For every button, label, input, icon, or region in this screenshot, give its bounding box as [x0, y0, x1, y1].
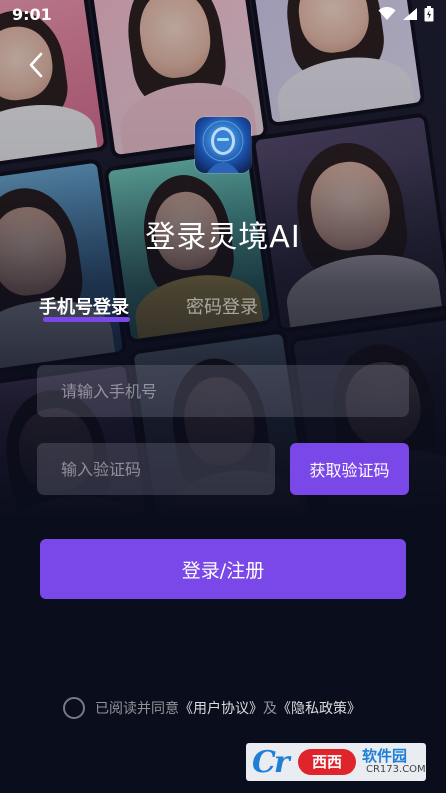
watermark-name: 软件园: [362, 747, 408, 765]
wifi-icon: [378, 7, 396, 20]
verification-code-input[interactable]: [37, 443, 275, 495]
signal-icon: [403, 8, 417, 20]
status-icons: [378, 6, 434, 22]
user-agreement-link[interactable]: 《用户协议》: [179, 698, 263, 718]
agreement-checkbox[interactable]: [63, 697, 85, 719]
watermark-brand-badge: 西西: [298, 749, 356, 775]
phone-input[interactable]: [37, 365, 409, 417]
watermark-domain: CR173.COM: [366, 764, 426, 775]
get-code-button[interactable]: 获取验证码: [290, 443, 409, 495]
chevron-left-icon: [29, 52, 43, 78]
tab-phone-login[interactable]: 手机号登录: [39, 293, 129, 319]
agreement-row: 已阅读并同意 《用户协议》 及 《隐私政策》: [63, 696, 361, 720]
status-bar: 9:01: [0, 0, 446, 30]
login-register-button[interactable]: 登录/注册: [40, 539, 406, 599]
background-poster-collage: [0, 0, 446, 520]
agreement-prefix: 已阅读并同意: [95, 701, 179, 717]
background-gradient-overlay: [0, 0, 446, 520]
site-watermark: Cr 西西 软件园 CR173.COM: [246, 743, 426, 781]
watermark-brand-mark: Cr: [252, 745, 290, 780]
page-title: 登录灵境AI: [145, 220, 301, 255]
tab-password-login[interactable]: 密码登录: [186, 293, 258, 319]
back-button[interactable]: [22, 50, 52, 80]
status-time: 9:01: [12, 5, 52, 24]
agreement-conjunction: 及: [263, 701, 277, 717]
battery-icon: [424, 6, 434, 22]
active-tab-indicator: [43, 317, 130, 322]
privacy-policy-link[interactable]: 《隐私政策》: [277, 698, 361, 718]
robot-avatar-logo-icon: [202, 120, 244, 173]
app-logo: [195, 117, 251, 173]
